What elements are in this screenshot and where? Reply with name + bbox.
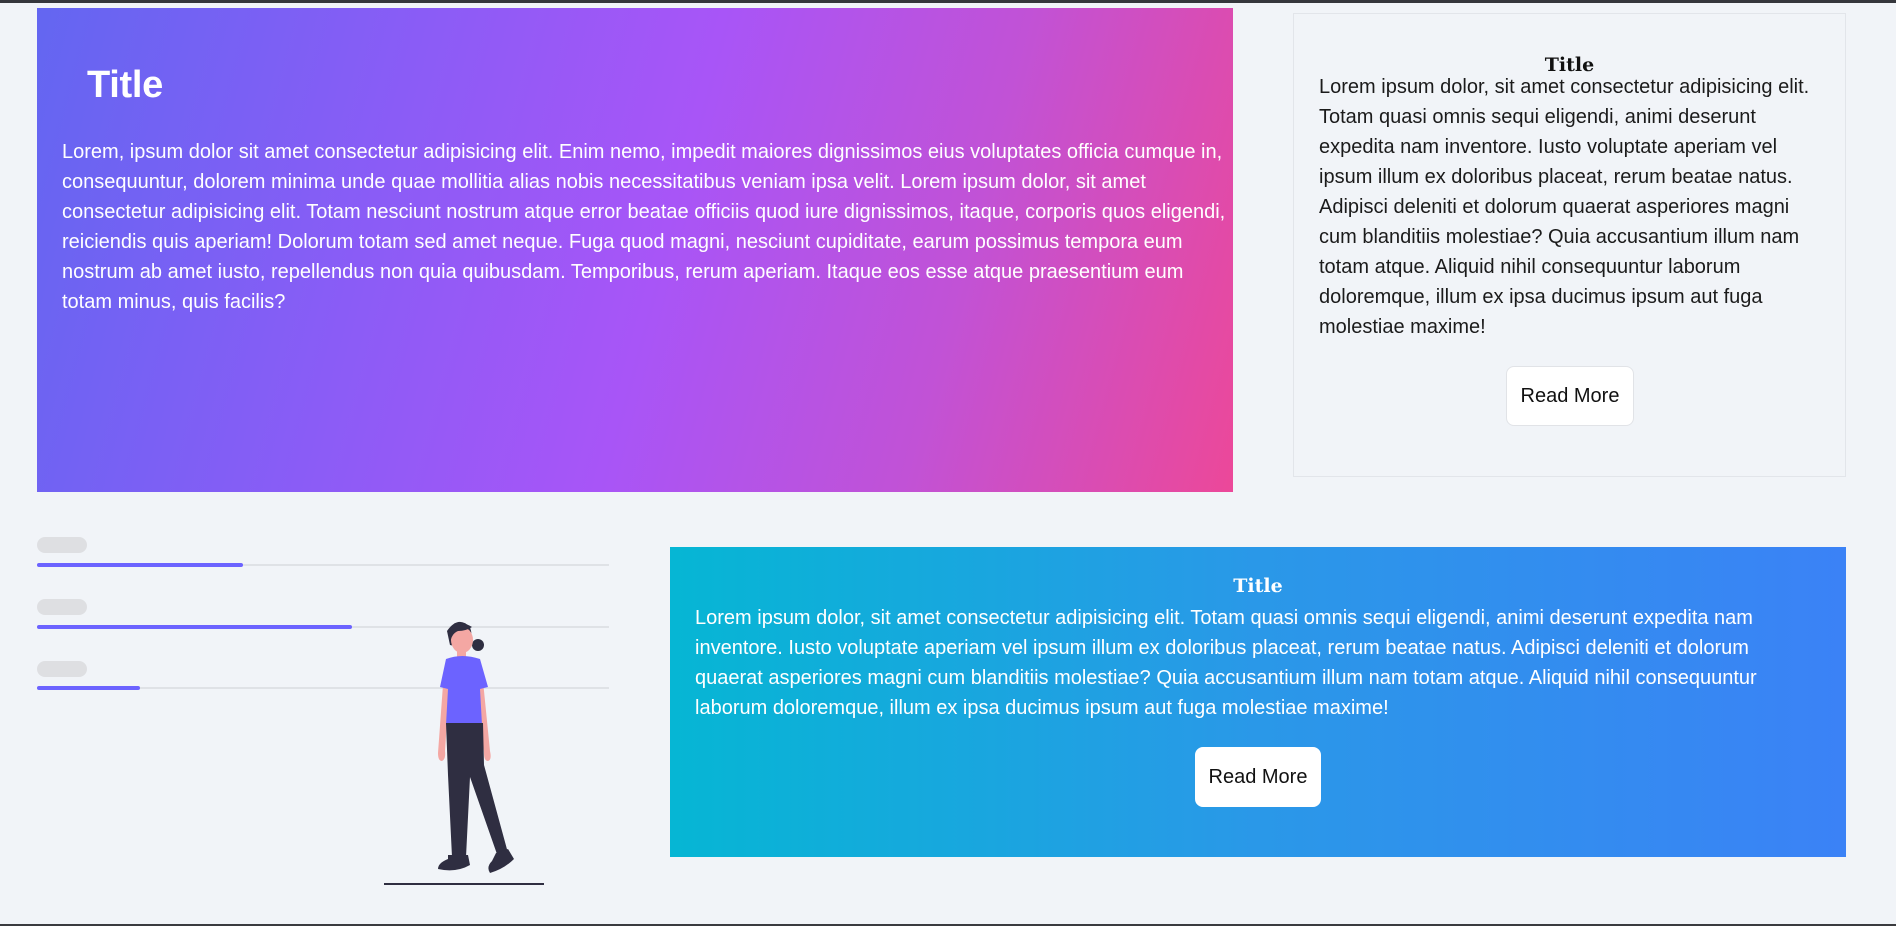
skeleton-label-3 [37, 661, 87, 677]
skeleton-label-2 [37, 599, 87, 615]
standing-woman-illustration [384, 621, 544, 885]
hero-title: Title [87, 64, 163, 106]
progress-fill-1 [37, 563, 243, 567]
side-card: Title Lorem ipsum dolor, sit amet consec… [1293, 13, 1846, 477]
progress-fill-3 [37, 686, 140, 690]
teal-card-read-more-button[interactable]: Read More [1195, 747, 1321, 807]
teal-card-text: Lorem ipsum dolor, sit amet consectetur … [695, 607, 1757, 719]
side-card-text: Lorem ipsum dolor, sit amet consectetur … [1319, 76, 1810, 338]
teal-card-title: Title [1233, 575, 1283, 597]
top-window-edge [0, 0, 1896, 3]
hero-card: Title Lorem, ipsum dolor sit amet consec… [37, 8, 1233, 492]
progress-track-1 [37, 563, 609, 567]
hero-text: Lorem, ipsum dolor sit amet consectetur … [62, 141, 1226, 313]
skeleton-label-1 [37, 537, 87, 553]
side-card-read-more-button[interactable]: Read More [1506, 366, 1634, 426]
progress-fill-2 [37, 625, 352, 629]
teal-card: Title Lorem ipsum dolor, sit amet consec… [670, 547, 1846, 857]
